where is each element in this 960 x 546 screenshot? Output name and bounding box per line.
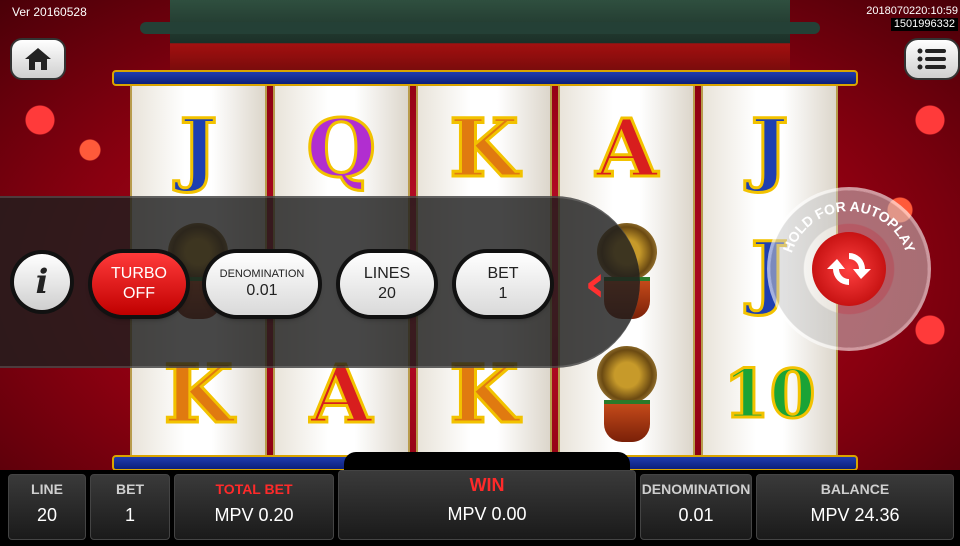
- session-info: 2018070220:10:59 1501996332: [866, 5, 958, 31]
- spin-autoplay-button[interactable]: HOLD FOR AUTOPLAY: [770, 190, 928, 348]
- lines-value: 20: [378, 285, 396, 302]
- balance-display: BALANCE MPV 24.36: [756, 474, 954, 540]
- info-button[interactable]: i: [14, 254, 70, 310]
- denomination-button[interactable]: DENOMINATION 0.01: [206, 253, 318, 315]
- lines-button[interactable]: LINES 20: [340, 253, 434, 315]
- total-bet-value: MPV 0.20: [214, 505, 294, 525]
- session-timestamp: 2018070220:10:59: [866, 5, 958, 17]
- spin-icon: [827, 253, 871, 285]
- symbol-glyph: Q: [305, 100, 378, 195]
- total-bet-label: TOTAL BET: [215, 481, 293, 497]
- symbol-glyph: 10: [722, 355, 817, 434]
- win-value: MPV 0.00: [447, 504, 527, 524]
- home-icon: [25, 48, 51, 70]
- bet-value: 1: [498, 285, 508, 302]
- menu-button[interactable]: [904, 38, 960, 80]
- bet-button[interactable]: BET 1: [456, 253, 550, 315]
- reel-frame-top: [112, 70, 858, 86]
- reel-symbol: K: [418, 93, 551, 203]
- reel-symbol: A: [560, 93, 693, 203]
- reel-symbol: J: [132, 93, 265, 203]
- bet-display: BET 1: [90, 474, 170, 540]
- spin-core: [812, 232, 886, 306]
- line-label: LINE: [31, 481, 63, 497]
- chevron-left-icon: ‹: [584, 254, 606, 314]
- symbol-glyph: A: [594, 100, 659, 195]
- bet-display-label: BET: [116, 481, 144, 497]
- reel-symbol: J: [703, 93, 836, 203]
- bet-display-value: 1: [124, 505, 135, 525]
- lines-label: LINES: [363, 265, 411, 282]
- version-label: Ver 20160528: [12, 5, 87, 19]
- hamburger-icon: [917, 48, 946, 70]
- win-display: WIN MPV 0.00: [338, 470, 636, 540]
- reel-symbol: Q: [275, 93, 408, 203]
- denomination-label: DENOMINATION: [219, 268, 305, 280]
- line-display: LINE 20: [8, 474, 86, 540]
- home-button[interactable]: [10, 38, 66, 80]
- win-label: WIN: [469, 475, 505, 495]
- symbol-glyph: K: [448, 100, 521, 195]
- reel-symbol: 10: [703, 339, 836, 449]
- denomination-display: DENOMINATION 0.01: [640, 474, 752, 540]
- denomination-display-value: 0.01: [678, 505, 714, 525]
- turbo-label: TURBO: [111, 265, 167, 282]
- balance-label: BALANCE: [820, 481, 890, 497]
- collapse-panel-button[interactable]: ‹: [570, 254, 620, 314]
- line-value: 20: [36, 505, 58, 525]
- denomination-value: 0.01: [246, 282, 278, 299]
- symbol-glyph: J: [749, 100, 790, 195]
- denomination-display-label: DENOMINATION: [641, 481, 751, 497]
- turbo-toggle[interactable]: TURBO OFF: [92, 253, 186, 315]
- turbo-state: OFF: [123, 285, 155, 302]
- balance-value: MPV 24.36: [810, 505, 900, 525]
- session-id: 1501996332: [890, 18, 958, 31]
- money-tree-symbol: [592, 346, 662, 443]
- bet-label: BET: [487, 265, 519, 282]
- total-bet-display: TOTAL BET MPV 0.20: [174, 474, 334, 540]
- info-icon: i: [35, 262, 49, 302]
- symbol-glyph: J: [178, 100, 219, 195]
